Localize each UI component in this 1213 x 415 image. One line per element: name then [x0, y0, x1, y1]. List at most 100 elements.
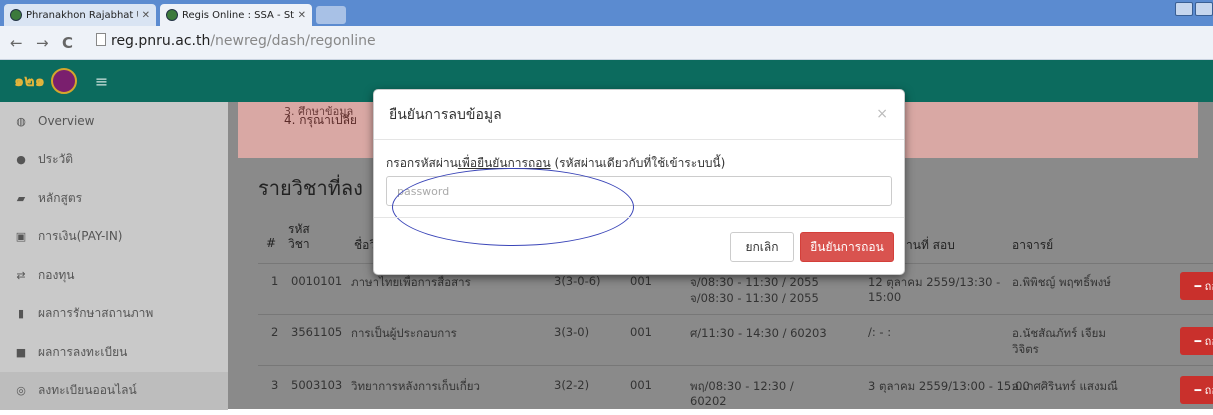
- row-exam: /: - :: [868, 325, 892, 339]
- password-label: กรอกรหัสผ่านเพื่อยืนยันการถอน (รหัสผ่านเ…: [386, 154, 725, 173]
- row-teacher: อ.พิพิชญ์ พฤฑธิ์พงษ์: [1012, 275, 1111, 289]
- modal-title: ยืนยันการลบข้อมูล: [389, 106, 502, 123]
- new-tab-button[interactable]: [316, 6, 346, 24]
- university-seal-icon: [50, 68, 77, 94]
- drop-button-label: ถอน: [1204, 280, 1213, 293]
- university-favicon-icon: [166, 9, 178, 21]
- label-prefix: กรอกรหัสผ่าน: [386, 156, 458, 170]
- password-input[interactable]: [386, 176, 892, 206]
- sidebar-item-label: Overview: [38, 114, 95, 129]
- col-teacher: อาจารย์: [1012, 238, 1054, 252]
- sidebar-item-label: กองทุน: [38, 267, 75, 282]
- profile-icon[interactable]: [1175, 2, 1193, 16]
- sidebar-item-profile[interactable]: ● ประวัติ: [0, 141, 228, 180]
- drop-course-button[interactable]: ━ ถอน: [1180, 376, 1213, 404]
- row-credit: 3(3-0): [554, 325, 590, 339]
- table-row: 3 5003103 วิทยาการหลังการเก็บเกี่ยว 3(2-…: [258, 365, 1213, 415]
- row-teacher: อ.เกศศิรินทร์ แสงมณี: [1012, 379, 1118, 393]
- address-bar: ← → C reg.pnru.ac.th/newreg/dash/regonli…: [0, 26, 1213, 60]
- minus-icon: ━: [1194, 279, 1205, 293]
- row-credit: 3(2-2): [554, 378, 590, 392]
- url-host: reg.pnru.ac.th: [111, 33, 211, 49]
- sidebar-item-label: ผลการลงทะเบียน: [38, 344, 128, 359]
- tab-label: Regis Online : SSA - Student: [182, 9, 294, 21]
- browser-tab-regis[interactable]: Regis Online : SSA - Student ✕: [160, 4, 312, 26]
- row-section: 001: [630, 274, 652, 288]
- sidebar-item-label: ลงทะเบียนออนไลน์: [38, 383, 137, 398]
- row-exam-2: 15:00: [868, 290, 902, 304]
- row-time-2: จ/08:30 - 11:30 / 2055: [690, 291, 819, 305]
- browser-tabstrip: Phranakhon Rajabhat Univer ✕ Regis Onlin…: [0, 0, 1213, 26]
- tab-close-icon[interactable]: ✕: [142, 10, 150, 21]
- sidebar-item-curriculum[interactable]: ▰ หลักสูตร: [0, 179, 228, 218]
- user-icon: ●: [16, 153, 26, 167]
- list-icon: ■: [15, 345, 27, 359]
- row-credit: 3(3-0-6): [554, 274, 601, 288]
- browser-tab-pnru[interactable]: Phranakhon Rajabhat Univer ✕: [4, 4, 156, 26]
- sidebar-item-label: หลักสูตร: [38, 190, 83, 205]
- row-num: 2: [271, 325, 279, 339]
- sidebar-item-fund[interactable]: ⇄ กองทุน: [0, 256, 228, 295]
- globe-icon: ◎: [16, 384, 26, 398]
- col-num: #: [266, 236, 277, 250]
- alert-line-4: 4. กรุณาเปลี่ย: [284, 113, 357, 127]
- modal-footer: ยกเลิก ยืนยันการถอน: [374, 217, 904, 276]
- minimize-button[interactable]: [1195, 2, 1213, 16]
- row-section: 001: [630, 378, 652, 392]
- page-icon: [96, 33, 106, 46]
- row-code: 0010101: [291, 274, 343, 288]
- col-code: รหัส วิชา: [288, 222, 310, 251]
- row-name: ภาษาไทยเพื่อการสื่อสาร: [351, 275, 471, 289]
- table-row: 2 3561105 การเป็นผู้ประกอบการ 3(3-0) 001…: [258, 314, 1213, 364]
- sidebar-item-label: การเงิน(PAY-IN): [38, 229, 123, 244]
- col-exam: านที่ สอบ: [906, 238, 955, 252]
- exchange-icon: ⇄: [16, 268, 26, 282]
- row-name: การเป็นผู้ประกอบการ: [351, 326, 457, 340]
- sidebar-item-online-registration[interactable]: ◎ ลงทะเบียนออนไลน์: [0, 371, 228, 410]
- tab-close-icon[interactable]: ✕: [298, 10, 306, 21]
- reload-icon[interactable]: C: [62, 34, 73, 52]
- drop-course-button[interactable]: ━ ถอน: [1180, 272, 1213, 300]
- label-suffix: (รหัสผ่านเดียวกับที่ใช้เข้าระบบนี้): [550, 156, 726, 170]
- row-time: ศ/11:30 - 14:30 / 60203: [690, 326, 827, 340]
- sidebar-item-overview[interactable]: ◍ Overview: [0, 102, 228, 141]
- row-code: 5003103: [291, 378, 343, 392]
- sidebar: ๑๒๑ ≡ ◍ Overview ● ประวัติ ▰ หลักสูตร ▣ การเ…: [0, 60, 228, 410]
- row-exam: 3 ตุลาคม 2559/13:00 - 15:00: [868, 379, 1030, 393]
- cancel-button[interactable]: ยกเลิก: [730, 232, 794, 262]
- section-title: รายวิชาที่ลง: [258, 176, 363, 200]
- back-arrow-icon[interactable]: ←: [10, 34, 23, 52]
- hamburger-menu-icon[interactable]: ≡: [95, 72, 108, 91]
- drop-button-label: ถอน: [1204, 335, 1213, 348]
- university-favicon-icon: [10, 9, 22, 21]
- row-section: 001: [630, 325, 652, 339]
- confirm-withdraw-button[interactable]: ยืนยันการถอน: [800, 232, 894, 262]
- row-code: 3561105: [291, 325, 343, 339]
- drop-course-button[interactable]: ━ ถอน: [1180, 327, 1213, 355]
- row-teacher-2: วิจิตร: [1012, 342, 1039, 356]
- row-time-2: 60202: [690, 394, 727, 408]
- file-icon: ▮: [17, 307, 25, 321]
- row-num: 1: [271, 274, 279, 288]
- modal-header: ยืนยันการลบข้อมูล ×: [374, 90, 904, 140]
- forward-arrow-icon[interactable]: →: [36, 34, 49, 52]
- logo-text: ๑๒๑: [14, 70, 45, 90]
- sidebar-item-status[interactable]: ▮ ผลการรักษาสถานภาพ: [0, 295, 228, 334]
- modal-body: กรอกรหัสผ่านเพื่อยืนยันการถอน (รหัสผ่านเ…: [374, 140, 904, 217]
- sidebar-item-registration-result[interactable]: ■ ผลการลงทะเบียน: [0, 333, 228, 372]
- url-field[interactable]: reg.pnru.ac.th/newreg/dash/regonline: [96, 33, 376, 49]
- minus-icon: ━: [1194, 383, 1205, 397]
- sidebar-item-payment[interactable]: ▣ การเงิน(PAY-IN): [0, 218, 228, 257]
- row-num: 3: [271, 378, 279, 392]
- drop-button-label: ถอน: [1204, 384, 1213, 397]
- dashboard-icon: ◍: [16, 114, 26, 128]
- confirm-delete-modal: ยืนยันการลบข้อมูล × กรอกรหัสผ่านเพื่อยืน…: [373, 89, 905, 275]
- sidebar-item-label: ผลการรักษาสถานภาพ: [38, 306, 154, 321]
- money-icon: ▣: [15, 230, 27, 244]
- book-icon: ▰: [16, 191, 26, 205]
- minus-icon: ━: [1194, 334, 1205, 348]
- label-underlined: เพื่อยืนยันการถอน: [457, 156, 551, 170]
- close-icon[interactable]: ×: [876, 106, 888, 122]
- tab-label: Phranakhon Rajabhat Univer: [26, 9, 138, 21]
- window-controls: [1175, 2, 1213, 16]
